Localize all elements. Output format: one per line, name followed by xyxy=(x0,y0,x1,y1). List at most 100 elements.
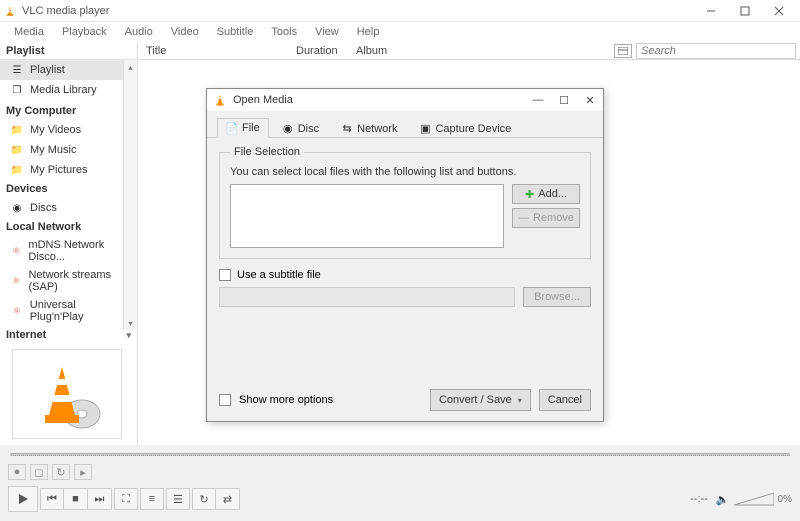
show-more-checkbox[interactable] xyxy=(219,394,231,406)
subtitle-checkbox[interactable] xyxy=(219,269,231,281)
scroll-up-icon[interactable]: ▴ xyxy=(124,60,138,74)
subtitle-path-input xyxy=(219,287,515,307)
sidebar-item-label: Universal Plug'n'Play xyxy=(30,299,131,323)
file-list[interactable] xyxy=(230,184,504,248)
library-icon: ❐ xyxy=(10,83,24,97)
tab-label: File xyxy=(242,122,260,134)
loop-a-b-button[interactable]: ↻ xyxy=(52,464,70,480)
disc-icon: ◉ xyxy=(10,201,24,215)
menubar: Media Playback Audio Video Subtitle Tool… xyxy=(0,22,800,42)
playlist-toggle-button[interactable]: ☰ xyxy=(166,488,190,510)
menu-video[interactable]: Video xyxy=(163,24,207,40)
menu-tools[interactable]: Tools xyxy=(263,24,305,40)
browse-button[interactable]: Browse... xyxy=(523,287,591,307)
vlc-cone-art-icon xyxy=(27,359,107,429)
menu-subtitle[interactable]: Subtitle xyxy=(209,24,262,40)
tab-disc[interactable]: ◉ Disc xyxy=(273,118,328,138)
sidebar-item-label: My Videos xyxy=(30,124,81,136)
snapshot-button[interactable]: ◻ xyxy=(30,464,48,480)
sidebar-scrollbar[interactable]: ▴ ▾ xyxy=(123,60,137,330)
plus-icon: ✚ xyxy=(525,188,534,201)
prev-button[interactable]: ⏮ xyxy=(40,488,64,510)
tab-label: Network xyxy=(357,123,397,135)
sidebar-item-my-pictures[interactable]: 📁My Pictures xyxy=(0,160,137,180)
sidebar-item-discs[interactable]: ◉Discs xyxy=(0,198,137,218)
sidebar-item-label: Playlist xyxy=(30,64,65,76)
dialog-close-button[interactable]: ✕ xyxy=(583,94,597,107)
loop-button[interactable]: ↻ xyxy=(192,488,216,510)
menu-playback[interactable]: Playback xyxy=(54,24,115,40)
menu-view[interactable]: View xyxy=(307,24,347,40)
remove-button[interactable]: — Remove xyxy=(512,208,580,228)
network-icon: ⇆ xyxy=(341,123,353,135)
menu-media[interactable]: Media xyxy=(6,24,52,40)
sidebar-group-internet[interactable]: Internet▾ xyxy=(0,326,137,344)
frame-step-button[interactable]: ▸ xyxy=(74,464,92,480)
sidebar: Playlist ☰ Playlist ❐ Media Library My C… xyxy=(0,42,138,445)
menu-audio[interactable]: Audio xyxy=(117,24,161,40)
mute-icon[interactable]: 🔈 xyxy=(716,493,730,506)
time-display[interactable]: --:-- xyxy=(684,493,714,505)
menu-help[interactable]: Help xyxy=(349,24,388,40)
open-media-dialog: Open Media — ☐ ✕ 📄File ◉Disc ⇆Network ▣C… xyxy=(206,88,604,422)
sidebar-item-my-music[interactable]: 📁 My Music xyxy=(0,140,137,160)
seek-bar[interactable] xyxy=(0,445,800,463)
folder-icon: 📁 xyxy=(10,163,24,177)
cancel-button[interactable]: Cancel xyxy=(539,389,591,411)
next-button[interactable]: ⏭ xyxy=(88,488,112,510)
disc-icon: ◉ xyxy=(282,123,294,135)
add-button[interactable]: ✚Add... xyxy=(512,184,580,204)
chevron-down-icon: ▾ xyxy=(518,396,522,405)
sidebar-header: Playlist xyxy=(0,42,137,60)
close-button[interactable] xyxy=(762,0,796,22)
sidebar-item-sap[interactable]: ⚛Network streams (SAP) xyxy=(0,266,137,296)
tab-network[interactable]: ⇆ Network xyxy=(332,118,406,138)
dialog-titlebar[interactable]: Open Media — ☐ ✕ xyxy=(207,89,603,111)
seek-groove[interactable] xyxy=(10,453,790,456)
tab-capture[interactable]: ▣Capture Device xyxy=(410,118,520,138)
minus-icon: — xyxy=(518,212,529,224)
extended-settings-button[interactable]: ≡ xyxy=(140,488,164,510)
sidebar-group-my-computer[interactable]: My Computer xyxy=(0,102,137,120)
browse-label: Browse... xyxy=(534,291,580,303)
sidebar-item-playlist[interactable]: ☰ Playlist xyxy=(0,60,137,80)
column-title[interactable]: Title xyxy=(138,45,288,57)
search-input[interactable] xyxy=(636,43,796,59)
playback-controls: ⏮ ■ ⏭ ⛶ ≡ ☰ ↻ ⇄ --:-- 🔈 0% xyxy=(0,481,800,517)
mini-toolbar: ● ◻ ↻ ▸ xyxy=(0,463,800,481)
dialog-minimize-button[interactable]: — xyxy=(531,94,545,107)
sidebar-group-devices[interactable]: Devices xyxy=(0,180,137,198)
sidebar-item-label: My Music xyxy=(30,144,76,156)
tab-file[interactable]: 📄File xyxy=(217,118,269,138)
volume-slider[interactable] xyxy=(734,491,774,507)
scroll-down-icon[interactable]: ▾ xyxy=(124,316,138,330)
sidebar-item-label: mDNS Network Disco... xyxy=(28,239,131,263)
capture-icon: ▣ xyxy=(419,123,431,135)
remove-label: Remove xyxy=(533,212,574,224)
dialog-maximize-button[interactable]: ☐ xyxy=(557,94,571,107)
file-selection-hint: You can select local files with the foll… xyxy=(230,166,580,178)
shuffle-button[interactable]: ⇄ xyxy=(216,488,240,510)
stop-button[interactable]: ■ xyxy=(64,488,88,510)
tab-label: Disc xyxy=(298,123,319,135)
dialog-title: Open Media xyxy=(233,94,531,106)
record-button[interactable]: ● xyxy=(8,464,26,480)
minimize-button[interactable] xyxy=(694,0,728,22)
folder-icon: 📁 xyxy=(10,143,24,157)
maximize-button[interactable] xyxy=(728,0,762,22)
sidebar-item-media-library[interactable]: ❐ Media Library xyxy=(0,80,137,100)
list-icon: ☰ xyxy=(10,63,24,77)
cancel-label: Cancel xyxy=(548,394,582,406)
play-button[interactable] xyxy=(8,486,38,512)
sidebar-item-my-videos[interactable]: 📁My Videos xyxy=(0,120,137,140)
column-album[interactable]: Album xyxy=(348,45,395,57)
window-title: VLC media player xyxy=(22,5,694,17)
sidebar-group-local-network[interactable]: Local Network xyxy=(0,218,137,236)
subtitle-label: Use a subtitle file xyxy=(237,269,321,281)
sidebar-item-upnp[interactable]: ⚛Universal Plug'n'Play xyxy=(0,296,137,326)
fullscreen-button[interactable]: ⛶ xyxy=(114,488,138,510)
view-toggle-button[interactable] xyxy=(614,44,632,58)
convert-save-button[interactable]: Convert / Save▾ xyxy=(430,389,531,411)
sidebar-item-mdns[interactable]: ⚛mDNS Network Disco... xyxy=(0,236,137,266)
column-duration[interactable]: Duration xyxy=(288,45,348,57)
